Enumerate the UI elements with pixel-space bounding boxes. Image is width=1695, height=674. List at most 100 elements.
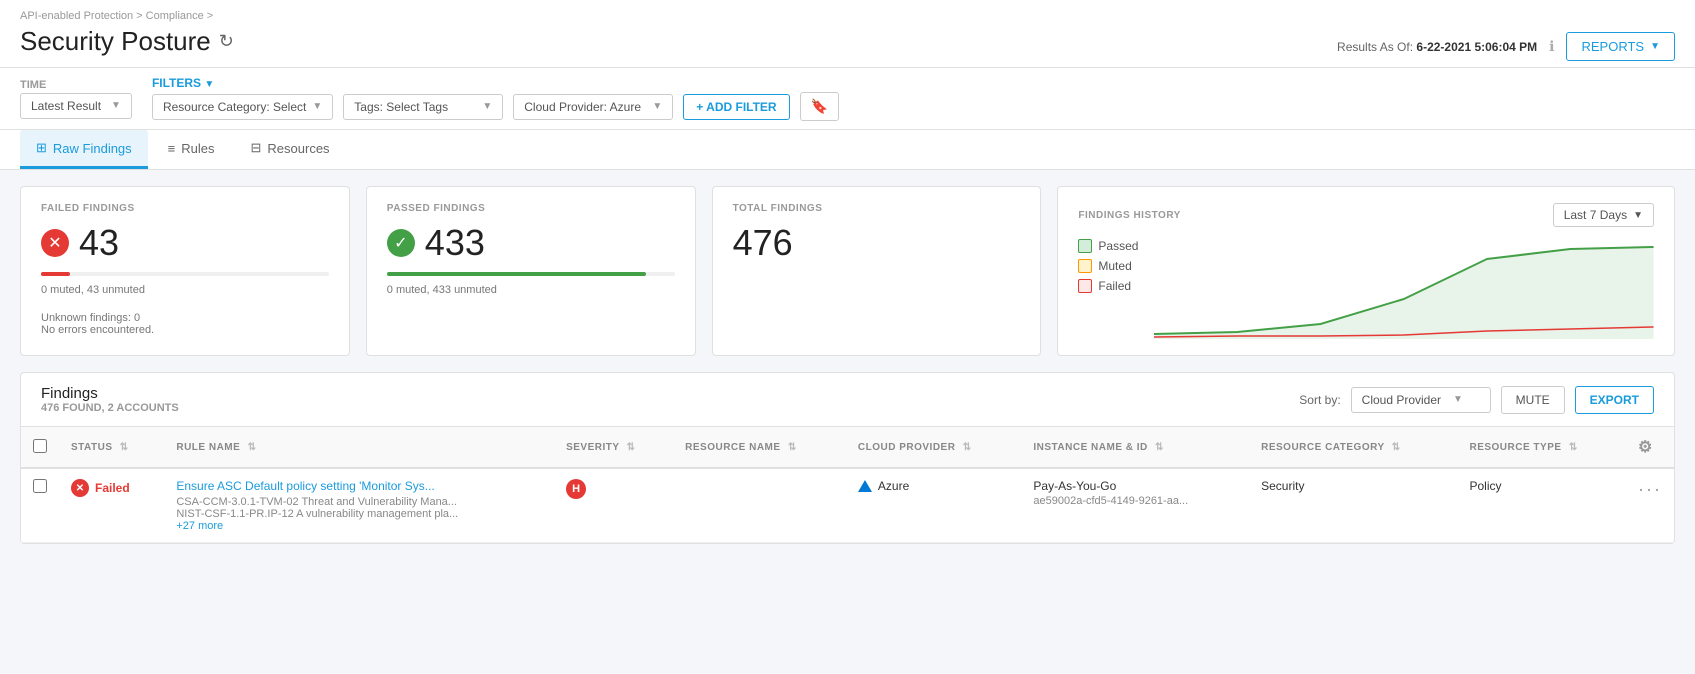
cloud-provider-select[interactable]: Cloud Provider: Azure ▼: [513, 94, 673, 120]
passed-sub: 0 muted, 433 unmuted: [387, 284, 675, 296]
legend-failed-box: [1078, 279, 1092, 293]
latest-result-select[interactable]: Latest Result ▼: [20, 93, 132, 119]
no-errors: No errors encountered.: [41, 324, 329, 336]
resource-category-select[interactable]: Resource Category: Select ▼: [152, 94, 333, 120]
chart-legend: Passed Muted Failed: [1078, 239, 1138, 339]
select-all-checkbox[interactable]: [33, 439, 47, 453]
resource-category-cell: Security: [1249, 468, 1457, 543]
sort-select[interactable]: Cloud Provider ▼: [1351, 387, 1491, 413]
resource-name-cell: [673, 468, 846, 543]
legend-passed: Passed: [1078, 239, 1138, 253]
legend-passed-box: [1078, 239, 1092, 253]
history-title: FINDINGS HISTORY: [1078, 210, 1180, 221]
resource-category-sort-icon: ⇅: [1392, 442, 1401, 453]
failed-label: FAILED FINDINGS: [41, 203, 329, 214]
total-value: 476: [733, 222, 1021, 264]
cloud-provider-sort-icon: ⇅: [963, 442, 972, 453]
azure-icon: [858, 480, 872, 492]
rules-icon: ≡: [168, 141, 176, 156]
filters-arrow-icon: ▼: [204, 79, 214, 90]
total-label: TOTAL FINDINGS: [733, 203, 1021, 214]
failed-value: ✕ 43: [41, 222, 329, 264]
failed-findings-card: FAILED FINDINGS ✕ 43 0 muted, 43 unmuted…: [20, 186, 350, 356]
tabs-bar: ⊞ Raw Findings ≡ Rules ⊟ Resources: [0, 130, 1695, 170]
resource-name-sort-icon: ⇅: [788, 442, 797, 453]
severity-sort-icon: ⇅: [627, 442, 636, 453]
unknown-findings: Unknown findings: 0: [41, 312, 329, 324]
cloud-provider-arrow-icon: ▼: [652, 101, 662, 112]
legend-failed: Failed: [1078, 279, 1138, 293]
tab-rules[interactable]: ≡ Rules: [152, 130, 231, 169]
status-sort-icon: ⇅: [120, 442, 129, 453]
rule-name-sort-icon: ⇅: [248, 442, 257, 453]
rule-name-link[interactable]: Ensure ASC Default policy setting 'Monit…: [176, 479, 542, 493]
table-row: ✕ Failed Ensure ASC Default policy setti…: [21, 468, 1674, 543]
row-status: ✕ Failed: [71, 479, 152, 497]
latest-result-arrow-icon: ▼: [111, 100, 121, 111]
failed-sub: 0 muted, 43 unmuted: [41, 284, 329, 296]
resource-category-arrow-icon: ▼: [312, 101, 322, 112]
total-findings-card: TOTAL FINDINGS 476: [712, 186, 1042, 356]
results-as-of: Results As Of: 6-22-2021 5:06:04 PM: [1337, 40, 1537, 54]
rule-sub-2: NIST-CSF-1.1-PR.IP-12 A vulnerability ma…: [176, 508, 542, 520]
findings-history-card: FINDINGS HISTORY Last 7 Days ▼ Passed Mu…: [1057, 186, 1675, 356]
tab-resources[interactable]: ⊟ Resources: [235, 130, 346, 169]
tags-arrow-icon: ▼: [482, 101, 492, 112]
sort-by-label: Sort by:: [1299, 393, 1340, 407]
col-severity[interactable]: SEVERITY ⇅: [554, 427, 673, 468]
col-cloud-provider[interactable]: CLOUD PROVIDER ⇅: [846, 427, 1022, 468]
reports-dropdown-icon: ▼: [1650, 41, 1660, 52]
findings-section: Findings 476 FOUND, 2 ACCOUNTS Sort by: …: [20, 372, 1675, 544]
instance-sort-icon: ⇅: [1155, 442, 1164, 453]
findings-title: Findings: [41, 385, 179, 402]
row-more-options-icon[interactable]: ···: [1638, 479, 1662, 499]
legend-muted-box: [1078, 259, 1092, 273]
passed-value: ✓ 433: [387, 222, 675, 264]
legend-muted: Muted: [1078, 259, 1138, 273]
add-filter-button[interactable]: + ADD FILTER: [683, 94, 789, 120]
col-rule-name[interactable]: RULE NAME ⇅: [164, 427, 554, 468]
passed-icon: ✓: [387, 229, 415, 257]
raw-findings-icon: ⊞: [36, 140, 47, 156]
tab-raw-findings[interactable]: ⊞ Raw Findings: [20, 130, 148, 169]
severity-badge: H: [566, 479, 586, 499]
page-title: Security Posture ↻: [20, 26, 234, 67]
col-instance-name[interactable]: INSTANCE NAME & ID ⇅: [1021, 427, 1249, 468]
col-resource-name[interactable]: RESOURCE NAME ⇅: [673, 427, 846, 468]
col-resource-type[interactable]: RESOURCE TYPE ⇅: [1457, 427, 1626, 468]
rule-sub-1: CSA-CCM-3.0.1-TVM-02 Threat and Vulnerab…: [176, 496, 542, 508]
rule-more-link[interactable]: +27 more: [176, 520, 542, 532]
results-info-icon: ℹ: [1549, 38, 1554, 55]
time-label: TIME: [20, 79, 132, 91]
col-resource-category[interactable]: RESOURCE CATEGORY ⇅: [1249, 427, 1457, 468]
findings-table-container: STATUS ⇅ RULE NAME ⇅ SEVERITY ⇅ RESOUR: [21, 427, 1674, 543]
history-chart: [1154, 239, 1654, 339]
passed-findings-card: PASSED FINDINGS ✓ 433 0 muted, 433 unmut…: [366, 186, 696, 356]
passed-label: PASSED FINDINGS: [387, 203, 675, 214]
failed-icon: ✕: [41, 229, 69, 257]
fail-status-icon: ✕: [71, 479, 89, 497]
sort-arrow-icon: ▼: [1453, 394, 1463, 405]
instance-id: ae59002a-cfd5-4149-9261-aa...: [1033, 495, 1237, 507]
refresh-icon[interactable]: ↻: [219, 31, 234, 52]
table-settings-icon[interactable]: ⚙: [1638, 439, 1653, 456]
breadcrumb: API-enabled Protection > Compliance >: [20, 10, 1675, 22]
export-button[interactable]: EXPORT: [1575, 386, 1654, 414]
resource-type-sort-icon: ⇅: [1569, 442, 1578, 453]
save-icon: 🔖: [811, 98, 828, 114]
mute-button[interactable]: MUTE: [1501, 386, 1565, 414]
findings-subtitle: 476 FOUND, 2 ACCOUNTS: [41, 402, 179, 414]
resource-type-cell: Policy: [1457, 468, 1626, 543]
row-checkbox[interactable]: [33, 479, 47, 493]
instance-name: Pay-As-You-Go: [1033, 479, 1237, 493]
reports-button[interactable]: REPORTS ▼: [1566, 32, 1675, 61]
filters-label[interactable]: FILTERS ▼: [152, 76, 839, 90]
cloud-provider-cell: Azure: [858, 479, 1010, 493]
col-status[interactable]: STATUS ⇅: [59, 427, 164, 468]
tags-select[interactable]: Tags: Select Tags ▼: [343, 94, 503, 120]
resources-icon: ⊟: [251, 140, 262, 156]
findings-table: STATUS ⇅ RULE NAME ⇅ SEVERITY ⇅ RESOUR: [21, 427, 1674, 543]
period-arrow-icon: ▼: [1633, 210, 1643, 221]
history-period-select[interactable]: Last 7 Days ▼: [1553, 203, 1654, 227]
save-filter-button[interactable]: 🔖: [800, 92, 839, 121]
